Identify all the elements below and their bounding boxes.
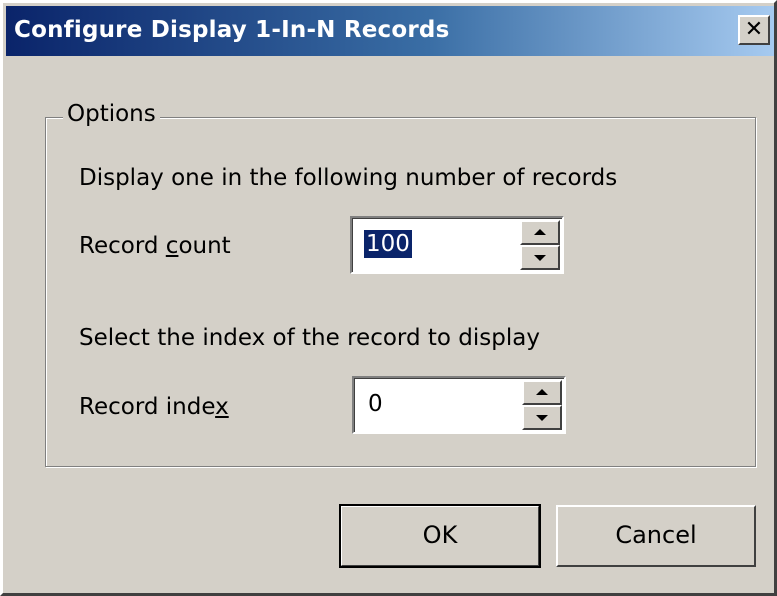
record-count-label: Record count [79, 233, 231, 259]
record-index-input[interactable]: 0 [366, 390, 385, 418]
record-index-spin-buttons [522, 380, 562, 430]
cancel-button[interactable]: Cancel [556, 505, 756, 567]
options-legend: Options [63, 101, 160, 127]
close-button[interactable]: ✕ [738, 15, 770, 45]
record-index-spinbox[interactable]: 0 [352, 376, 566, 434]
title-bar[interactable]: Configure Display 1-In-N Records ✕ [6, 6, 774, 56]
record-count-decrement-button[interactable] [520, 245, 560, 270]
record-index-access-key: x [215, 394, 229, 420]
spin-up-icon [536, 388, 548, 395]
record-index-label-part: Record inde [79, 394, 216, 420]
record-index-label: Record index [79, 394, 229, 420]
window-title: Configure Display 1-In-N Records [14, 17, 450, 43]
spin-up-icon [534, 228, 546, 235]
record-index-decrement-button[interactable] [522, 405, 562, 430]
record-index-increment-button[interactable] [522, 380, 562, 405]
record-count-spinbox[interactable]: 100 [350, 216, 564, 274]
record-count-increment-button[interactable] [520, 220, 560, 245]
record-count-access-key: c [165, 233, 179, 259]
ok-button[interactable]: OK [339, 504, 541, 568]
record-count-input[interactable]: 100 [364, 230, 412, 258]
record-count-label-part: ount [178, 233, 231, 259]
record-count-label-part: Record [79, 233, 166, 259]
index-description: Select the index of the record to displa… [79, 325, 540, 351]
spin-down-icon [534, 254, 546, 261]
record-count-spin-buttons [520, 220, 560, 270]
spin-down-icon [536, 414, 548, 421]
count-description: Display one in the following number of r… [79, 165, 618, 191]
close-icon: ✕ [744, 17, 764, 42]
